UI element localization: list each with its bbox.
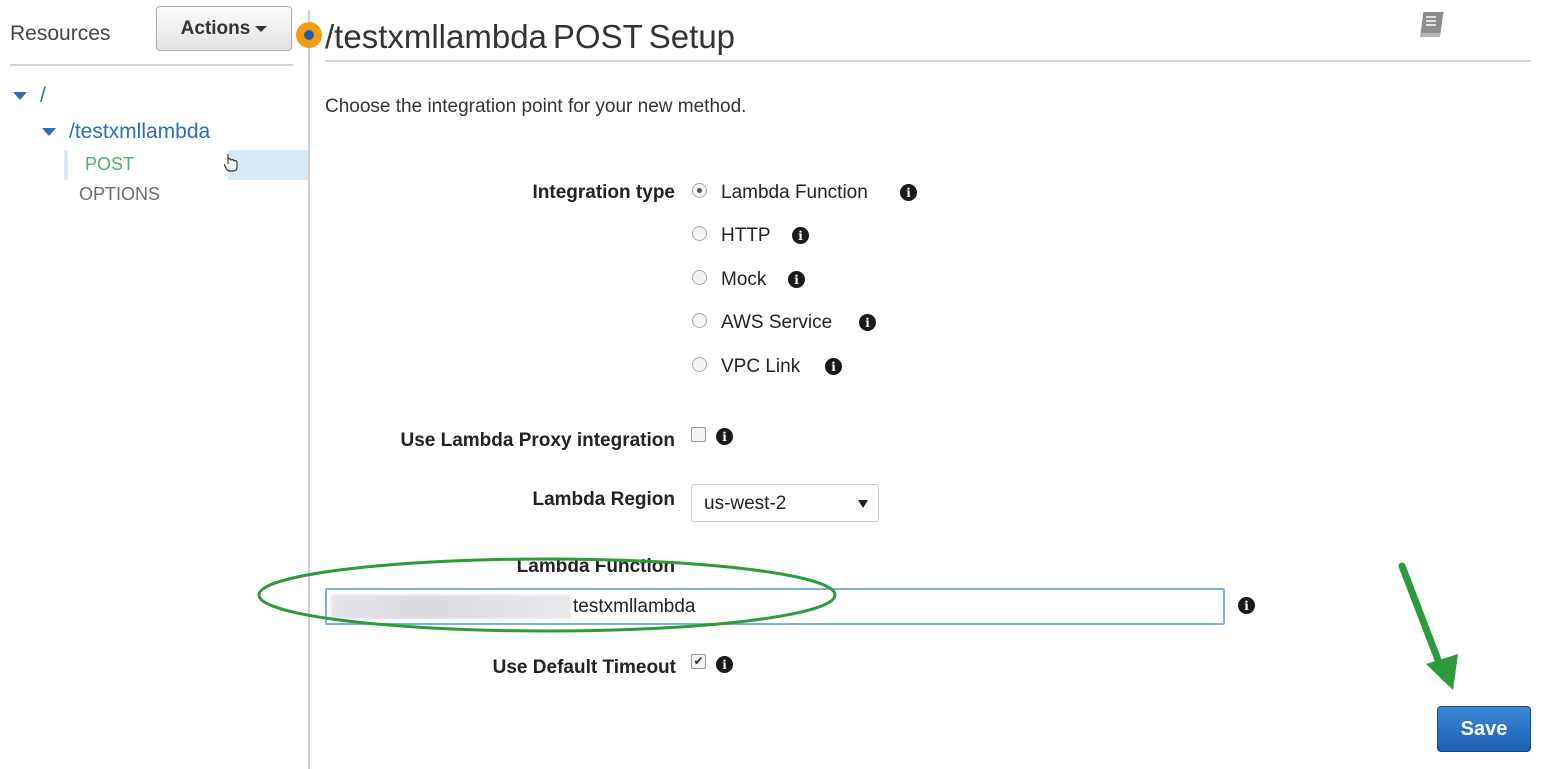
lambda-region-label: Lambda Region <box>532 489 675 510</box>
resources-title: Resources <box>10 22 111 45</box>
panel-divider <box>308 10 310 769</box>
page-title-method: POST <box>552 18 643 55</box>
info-icon[interactable]: i <box>716 656 733 673</box>
dropdown-arrow-icon <box>858 500 868 508</box>
default-timeout-checkbox[interactable]: ✔ <box>691 654 706 669</box>
save-button[interactable]: Save <box>1437 706 1531 752</box>
page-title-suffix: Setup <box>648 18 736 55</box>
radio-vpc-link[interactable] <box>692 357 707 372</box>
info-icon[interactable]: i <box>900 184 917 201</box>
radio-mock[interactable] <box>692 270 707 285</box>
actions-button[interactable]: Actions <box>156 6 292 51</box>
integration-type-label: Integration type <box>532 182 675 203</box>
page-title-path: /testxmllambda <box>325 18 547 55</box>
tree-resource-testxmllambda[interactable]: /testxmllambda <box>69 120 210 144</box>
title-rule <box>325 60 1531 62</box>
caret-down-icon <box>255 25 268 32</box>
info-icon[interactable]: i <box>716 428 733 445</box>
info-icon[interactable]: i <box>1238 597 1255 614</box>
info-icon[interactable]: i <box>788 271 805 288</box>
lambda-region-value: us-west-2 <box>704 493 787 514</box>
actions-label: Actions <box>180 17 251 39</box>
tree-root[interactable]: / <box>40 84 46 108</box>
radio-lambda-function[interactable] <box>692 183 707 198</box>
highlight-ellipse <box>257 557 837 633</box>
radio-aws-service[interactable] <box>692 313 707 328</box>
book-icon[interactable] <box>1414 8 1446 45</box>
tree-method-post[interactable]: POST <box>85 154 134 175</box>
tree-expand-resource-icon[interactable] <box>42 128 56 136</box>
info-icon[interactable]: i <box>825 358 842 375</box>
tree-expand-root-icon[interactable] <box>13 92 27 100</box>
default-timeout-label: Use Default Timeout <box>492 657 676 678</box>
radio-http[interactable] <box>692 226 707 241</box>
proxy-integration-checkbox[interactable] <box>691 427 706 442</box>
hand-cursor-icon <box>223 153 238 178</box>
status-dot-icon <box>296 22 322 48</box>
radio-lambda-function-label[interactable]: Lambda Function <box>721 182 868 204</box>
sidebar-divider <box>10 64 293 66</box>
lambda-region-select[interactable]: us-west-2 <box>691 484 879 522</box>
tree-method-options[interactable]: OPTIONS <box>79 184 160 205</box>
radio-aws-service-label[interactable]: AWS Service <box>721 312 832 334</box>
intro-text: Choose the integration point for your ne… <box>325 96 747 117</box>
annotation-arrow-icon <box>1398 562 1458 690</box>
radio-vpc-link-label[interactable]: VPC Link <box>721 356 800 378</box>
info-icon[interactable]: i <box>792 227 809 244</box>
page-title: /testxmllambda POST Setup <box>325 18 735 56</box>
radio-mock-label[interactable]: Mock <box>721 269 766 291</box>
info-icon[interactable]: i <box>859 314 876 331</box>
radio-http-label[interactable]: HTTP <box>721 225 771 247</box>
proxy-integration-label: Use Lambda Proxy integration <box>400 430 675 451</box>
